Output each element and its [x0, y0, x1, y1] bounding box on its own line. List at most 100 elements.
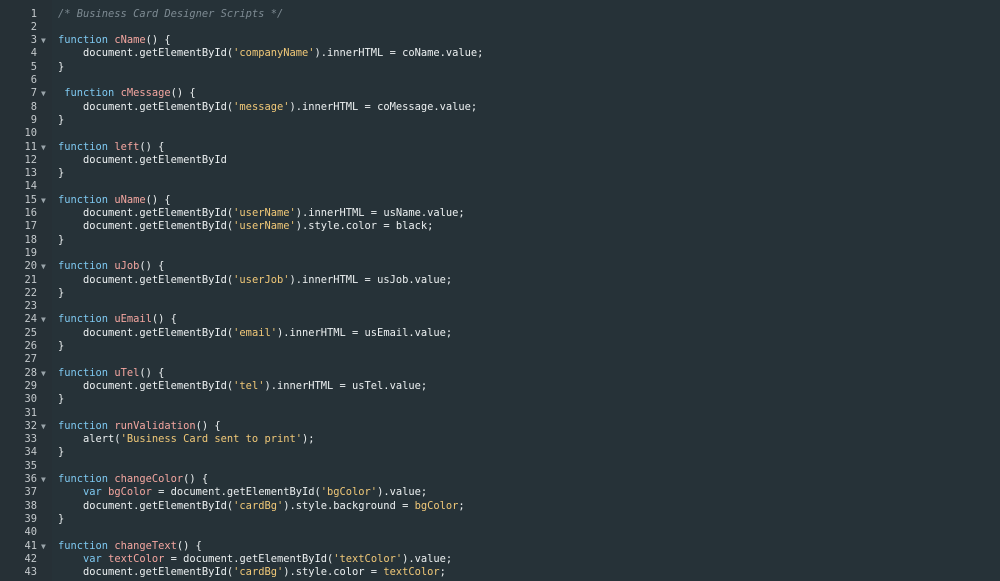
code-line[interactable]: 4 document.getElementById('companyName')… — [0, 47, 1000, 60]
code-text[interactable]: } — [58, 340, 64, 353]
code-line[interactable]: 15 ▼ function uName() { — [0, 194, 1000, 207]
code-token: document.getElementById( — [58, 379, 234, 392]
code-text[interactable]: alert('Business Card sent to print'); — [58, 433, 314, 446]
code-text[interactable]: function uEmail() { — [58, 313, 177, 326]
fold-arrow-icon[interactable]: ▼ — [41, 473, 46, 486]
code-text[interactable]: } — [58, 61, 64, 74]
code-line[interactable]: 20 ▼ function uJob() { — [0, 260, 1000, 273]
line-number: 36 — [24, 473, 37, 485]
code-line[interactable]: 23 — [0, 300, 1000, 313]
code-text[interactable]: document.getElementById('userJob').inner… — [58, 274, 452, 287]
code-text[interactable]: var textColor = document.getElementById(… — [58, 553, 452, 566]
code-text[interactable]: document.getElementById('cardBg').style.… — [58, 566, 446, 579]
line-number: 43 — [24, 566, 37, 579]
code-text[interactable]: document.getElementById('companyName').i… — [58, 47, 483, 60]
code-text[interactable]: document.getElementById('message').inner… — [58, 101, 477, 114]
code-line[interactable]: 5} — [0, 61, 1000, 74]
code-line[interactable]: 41 ▼ function changeText() { — [0, 540, 1000, 553]
code-token: 'cardBg' — [233, 499, 284, 512]
code-line[interactable]: 32 ▼ function runValidation() { — [0, 420, 1000, 433]
code-text[interactable]: function uJob() { — [58, 260, 164, 273]
code-text[interactable]: document.getElementById('email').innerHT… — [58, 327, 452, 340]
code-text[interactable]: var bgColor = document.getElementById('b… — [58, 486, 427, 499]
code-line[interactable]: 39} — [0, 513, 1000, 526]
code-line[interactable]: 31 — [0, 407, 1000, 420]
code-line[interactable]: 3 ▼ function cName() { — [0, 34, 1000, 47]
code-text[interactable]: } — [58, 287, 64, 300]
code-token: () { — [145, 34, 171, 47]
code-token: uName — [114, 193, 146, 206]
code-line[interactable]: 12 document.getElementById — [0, 154, 1000, 167]
code-line[interactable]: 1 /* Business Card Designer Scripts */ — [0, 8, 1000, 21]
code-text[interactable]: } — [58, 114, 64, 127]
code-line[interactable]: 26} — [0, 340, 1000, 353]
code-line[interactable]: 36 ▼ function changeColor() { — [0, 473, 1000, 486]
code-text[interactable]: document.getElementById('cardBg').style.… — [58, 500, 465, 513]
code-text[interactable]: } — [58, 234, 64, 247]
code-line[interactable]: 7 ▼ function cMessage() { — [0, 87, 1000, 100]
code-line[interactable]: 27 — [0, 353, 1000, 366]
code-line[interactable]: 34} — [0, 446, 1000, 459]
code-text[interactable]: function cMessage() { — [58, 87, 195, 100]
code-token: = document.getElementById( — [151, 486, 321, 499]
code-line[interactable]: 40 — [0, 526, 1000, 539]
code-line[interactable]: 25 document.getElementById('email').inne… — [0, 327, 1000, 340]
code-text[interactable]: } — [58, 513, 64, 526]
code-text[interactable]: function cName() { — [58, 34, 171, 47]
code-line[interactable]: 17 document.getElementById('userName').s… — [0, 220, 1000, 233]
code-token: 'message' — [233, 100, 290, 113]
code-text[interactable]: } — [58, 446, 64, 459]
code-text[interactable]: document.getElementById('userName').inne… — [58, 207, 465, 220]
code-line[interactable]: 28 ▼ function uTel() { — [0, 367, 1000, 380]
code-line[interactable]: 30} — [0, 393, 1000, 406]
code-token: textColor — [383, 566, 440, 579]
code-text[interactable]: } — [58, 167, 64, 180]
code-line[interactable]: 14 — [0, 180, 1000, 193]
code-line[interactable]: 42 var textColor = document.getElementBy… — [0, 553, 1000, 566]
code-text[interactable]: document.getElementById('userName').styl… — [58, 220, 433, 233]
code-line[interactable]: 16 document.getElementById('userName').i… — [0, 207, 1000, 220]
code-line[interactable]: 10 — [0, 127, 1000, 140]
code-line[interactable]: 37 var bgColor = document.getElementById… — [0, 486, 1000, 499]
code-line[interactable]: 8 document.getElementById('message').inn… — [0, 101, 1000, 114]
fold-arrow-icon[interactable]: ▼ — [41, 141, 46, 154]
code-text[interactable]: function uTel() { — [58, 367, 164, 380]
line-number: 17 — [24, 220, 37, 233]
code-line[interactable]: 24 ▼ function uEmail() { — [0, 313, 1000, 326]
fold-arrow-icon[interactable]: ▼ — [41, 194, 46, 207]
code-line[interactable]: 19 — [0, 247, 1000, 260]
code-text[interactable]: document.getElementById('tel').innerHTML… — [58, 380, 427, 393]
code-line[interactable]: 38 document.getElementById('cardBg').sty… — [0, 500, 1000, 513]
fold-arrow-icon[interactable]: ▼ — [41, 313, 46, 326]
code-editor[interactable]: 1 /* Business Card Designer Scripts */ 2 3 ▼… — [0, 0, 1000, 581]
fold-arrow-icon[interactable]: ▼ — [41, 34, 46, 47]
line-number: 18 — [24, 233, 37, 246]
fold-arrow-icon[interactable]: ▼ — [41, 420, 46, 433]
code-line[interactable]: 18} — [0, 234, 1000, 247]
code-line[interactable]: 43 document.getElementById('cardBg').sty… — [0, 566, 1000, 579]
code-text[interactable]: } — [58, 393, 64, 406]
code-text[interactable]: function changeText() { — [58, 540, 202, 553]
code-text[interactable]: function left() { — [58, 141, 164, 154]
fold-arrow-icon[interactable]: ▼ — [41, 87, 46, 100]
code-line[interactable]: 29 document.getElementById('tel').innerH… — [0, 380, 1000, 393]
code-line[interactable]: 33 alert('Business Card sent to print'); — [0, 433, 1000, 446]
fold-arrow-icon[interactable]: ▼ — [41, 260, 46, 273]
code-line[interactable]: 22} — [0, 287, 1000, 300]
fold-arrow-icon[interactable]: ▼ — [41, 367, 46, 380]
code-line[interactable]: 6 — [0, 74, 1000, 87]
code-text[interactable]: function runValidation() { — [58, 420, 221, 433]
code-text[interactable]: function changeColor() { — [58, 473, 208, 486]
code-line[interactable]: 2 — [0, 21, 1000, 34]
code-text[interactable]: document.getElementById — [58, 154, 227, 167]
code-token: var — [83, 552, 109, 565]
code-line[interactable]: 13} — [0, 167, 1000, 180]
code-line[interactable]: 35 — [0, 460, 1000, 473]
code-text[interactable]: /* Business Card Designer Scripts */ — [58, 8, 283, 21]
fold-arrow-icon[interactable]: ▼ — [41, 540, 46, 553]
code-line[interactable]: 21 document.getElementById('userJob').in… — [0, 274, 1000, 287]
code-text[interactable]: function uName() { — [58, 194, 171, 207]
code-line[interactable]: 11 ▼ function left() { — [0, 141, 1000, 154]
code-line[interactable]: 9} — [0, 114, 1000, 127]
